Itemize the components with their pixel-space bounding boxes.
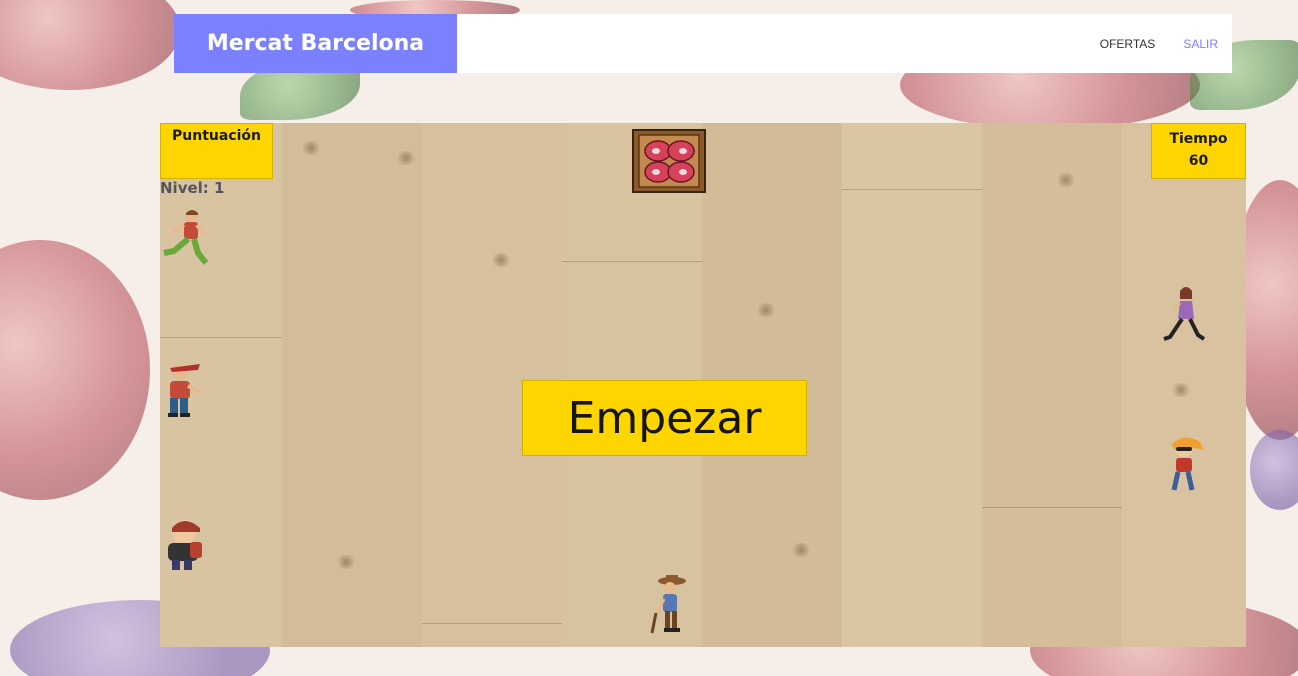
- kid-backpack-character-icon[interactable]: [160, 516, 208, 576]
- score-panel: Puntuación: [160, 123, 273, 179]
- nav-link-ofertas[interactable]: OFERTAS: [1100, 37, 1156, 51]
- nav-link-salir[interactable]: SALIR: [1183, 37, 1218, 51]
- kid-red-cap-character-icon[interactable]: [160, 360, 208, 420]
- floor-plank: [982, 123, 1123, 647]
- navbar: Mercat Barcelona OFERTAS SALIR: [174, 14, 1232, 73]
- time-panel: Tiempo 60: [1151, 123, 1246, 179]
- runner-character-icon[interactable]: [160, 207, 208, 267]
- game-board[interactable]: Puntuación Tiempo 60 Nivel: 1 Empezar: [160, 123, 1246, 647]
- floor-plank: [842, 123, 983, 647]
- level-indicator: Nivel: 1: [160, 179, 225, 197]
- time-value: 60: [1188, 153, 1209, 169]
- woman-purple-character-icon[interactable]: [1160, 285, 1208, 345]
- time-label: Tiempo: [1169, 131, 1228, 147]
- score-label: Puntuación: [172, 128, 261, 144]
- start-button[interactable]: Empezar: [522, 380, 807, 456]
- nav-links: OFERTAS SALIR: [1100, 14, 1218, 73]
- girl-sunglasses-character-icon[interactable]: [1160, 436, 1208, 496]
- old-man-player-icon[interactable]: [646, 575, 694, 635]
- floor-plank: [282, 123, 423, 647]
- brand-logo[interactable]: Mercat Barcelona: [174, 14, 457, 73]
- meat-crate-icon[interactable]: [632, 129, 706, 193]
